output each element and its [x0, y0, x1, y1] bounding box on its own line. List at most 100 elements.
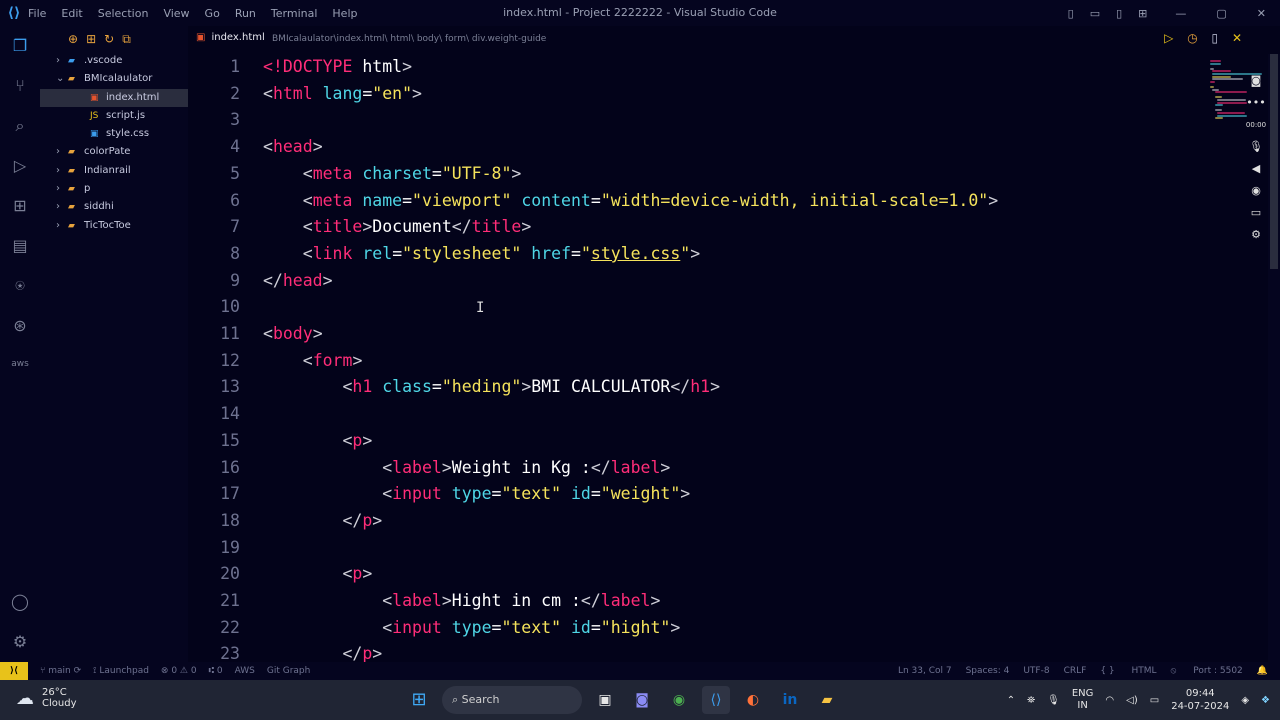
chrome-icon[interactable]: ◉ — [665, 686, 693, 714]
new-folder-icon[interactable]: ⊞ — [86, 32, 96, 46]
line-source: <input type="text" id="hight"> — [263, 615, 680, 642]
tree-item[interactable]: › ▰ TicTocToe — [40, 217, 188, 235]
split-editor-icon[interactable]: ▯ — [1212, 31, 1219, 45]
menu-go[interactable]: Go — [205, 7, 220, 20]
weather-widget[interactable]: ☁ 26°C Cloudy — [16, 687, 76, 709]
layout-custom-icon[interactable]: ⊞ — [1138, 7, 1147, 20]
end-of-line[interactable]: CRLF — [1064, 666, 1087, 676]
menu-edit[interactable]: Edit — [61, 7, 82, 20]
tray-chevron-icon[interactable]: ⌃ — [1007, 695, 1015, 706]
tree-item[interactable]: ▣ index.html — [40, 88, 188, 107]
tree-item[interactable]: › ▰ p — [40, 180, 188, 198]
editor-scrollbar[interactable] — [1268, 54, 1280, 662]
taskbar-search[interactable]: ⌕ Search — [442, 686, 582, 714]
file-explorer-icon[interactable]: ▰ — [813, 686, 841, 714]
layout-secondary-icon[interactable]: ▯ — [1116, 7, 1122, 20]
firefox-icon[interactable]: ◐ — [739, 686, 767, 714]
account-icon[interactable]: ◯ — [8, 590, 32, 614]
run-debug-icon[interactable]: ▷ — [8, 154, 32, 178]
vscode-taskbar-icon[interactable]: ⟨⟩ — [702, 686, 730, 714]
speaker-icon[interactable]: ◀ — [1245, 158, 1267, 180]
encoding[interactable]: UTF-8 — [1023, 666, 1049, 676]
tree-item[interactable]: › ▰ siddhi — [40, 198, 188, 216]
branch-indicator[interactable]: ⑂ main ⟳ — [40, 666, 81, 676]
remote-indicator-icon[interactable]: ⟩⟨ — [0, 662, 28, 680]
code-token: h1 — [690, 377, 711, 397]
cursor-position[interactable]: Ln 33, Col 7 — [898, 666, 952, 676]
tree-item-label: colorPate — [84, 146, 131, 158]
teams-icon[interactable]: ◙ — [628, 686, 656, 714]
breadcrumb[interactable]: BMIcalaulator\index.html\ html\ body\ fo… — [272, 34, 546, 44]
close-tab-icon[interactable]: ✕ — [1232, 31, 1242, 45]
vscode-logo-icon: ⟨⟩ — [7, 5, 21, 21]
menu-selection[interactable]: Selection — [98, 7, 149, 20]
tree-item[interactable]: ▣ style.css — [40, 125, 188, 143]
search-icon[interactable]: ⌕ — [8, 114, 32, 138]
tray-app-icon[interactable]: ⛯ — [1027, 695, 1035, 706]
webcam-icon[interactable]: ◉ — [1245, 180, 1267, 202]
code-line: 4 <head> — [188, 134, 1202, 161]
tree-item[interactable]: JS script.js — [40, 107, 188, 125]
launchpad-indicator[interactable]: ⟟ Launchpad — [93, 666, 149, 676]
explorer-icon[interactable]: ❐ — [8, 34, 32, 58]
refresh-icon[interactable]: ↻ — [104, 32, 114, 46]
settings-gear-icon[interactable]: ⚙ — [8, 630, 32, 654]
notifications-icon[interactable]: 🔔 — [1257, 666, 1268, 676]
battery-icon[interactable]: ▭ — [1150, 695, 1159, 706]
volume-icon[interactable]: ◁) — [1126, 695, 1138, 706]
linkedin-icon[interactable]: in — [776, 686, 804, 714]
menu-file[interactable]: File — [28, 7, 46, 20]
tree-item[interactable]: ⌄ ▰ BMIcalaulator — [40, 70, 188, 88]
activity-bar: ❐ ⑂ ⌕ ▷ ⊞ ▤ ⍟ ⊛ aws ◯ ⚙ — [0, 26, 40, 662]
menu-terminal[interactable]: Terminal — [271, 7, 318, 20]
line-source: <meta charset="UTF-8"> — [263, 161, 522, 188]
tree-item[interactable]: › ▰ colorPate — [40, 143, 188, 161]
tab-index-html[interactable]: ▣ index.html — [196, 32, 265, 43]
aws-icon[interactable]: aws — [8, 352, 32, 376]
menu-run[interactable]: Run — [235, 7, 256, 20]
aws-indicator[interactable]: AWS — [235, 666, 255, 676]
tree-item[interactable]: › ▰ Indianrail — [40, 162, 188, 180]
source-control-icon[interactable]: ⑂ — [8, 74, 32, 98]
indentation[interactable]: Spaces: 4 — [966, 666, 1010, 676]
extensions-icon[interactable]: ⊞ — [8, 194, 32, 218]
new-file-icon[interactable]: ⊕ — [68, 32, 78, 46]
copilot-icon[interactable]: ❖ — [1261, 695, 1270, 706]
git-graph-icon[interactable]: ⍟ — [8, 274, 32, 298]
remote-explorer-icon[interactable]: ▤ — [8, 234, 32, 258]
code-editor[interactable]: 1 <!DOCTYPE html> 2 <html lang="en"> 3 4 <head… — [188, 54, 1202, 662]
language-indicator[interactable]: ENG IN — [1072, 688, 1094, 712]
timeline-icon[interactable]: ◷ — [1187, 31, 1197, 45]
collapse-all-icon[interactable]: ⧉ — [122, 32, 131, 47]
more-icon[interactable]: ••• — [1245, 92, 1267, 114]
camera-icon[interactable]: ◙ — [1245, 70, 1267, 92]
wifi-icon[interactable]: ◠ — [1105, 695, 1114, 706]
close-window-button[interactable]: ✕ — [1257, 7, 1266, 20]
live-server-port[interactable]: ⦸ Port : 5502 — [1171, 666, 1243, 676]
maximize-button[interactable]: ▢ — [1216, 7, 1226, 20]
minimize-button[interactable]: — — [1175, 7, 1186, 20]
problems-indicator[interactable]: ⊗ 0 ⚠ 0 — [161, 666, 197, 676]
code-token: "text" — [501, 484, 562, 504]
clock[interactable]: 09:44 24-07-2024 — [1171, 687, 1229, 713]
task-view-icon[interactable]: ▣ — [591, 686, 619, 714]
mic-tray-icon[interactable]: 🎙 — [1047, 695, 1060, 706]
git-graph-indicator[interactable]: Git Graph — [267, 666, 310, 676]
menu-help[interactable]: Help — [332, 7, 357, 20]
screen-icon[interactable]: ▭ — [1245, 202, 1267, 224]
menu-view[interactable]: View — [163, 7, 189, 20]
layout-panel-icon[interactable]: ▭ — [1090, 7, 1100, 20]
windows-start-icon[interactable]: ⊞ — [405, 686, 433, 714]
run-icon[interactable]: ▷ — [1164, 31, 1173, 45]
notification-center-icon[interactable]: ◈ — [1241, 695, 1249, 706]
scrollbar-thumb[interactable] — [1270, 54, 1278, 269]
live-share-icon[interactable]: ⊛ — [8, 314, 32, 338]
minimap-line — [1210, 62, 1222, 65]
ports-indicator[interactable]: ⑆ 0 — [209, 666, 223, 676]
language-mode[interactable]: { } HTML — [1100, 666, 1156, 676]
layout-sidebar-icon[interactable]: ▯ — [1068, 7, 1074, 20]
tree-item[interactable]: › ▰ .vscode — [40, 52, 188, 70]
code-token: < — [342, 430, 353, 450]
microphone-icon[interactable]: 🎙 — [1245, 136, 1267, 158]
settings-icon[interactable]: ⚙ — [1245, 224, 1267, 246]
